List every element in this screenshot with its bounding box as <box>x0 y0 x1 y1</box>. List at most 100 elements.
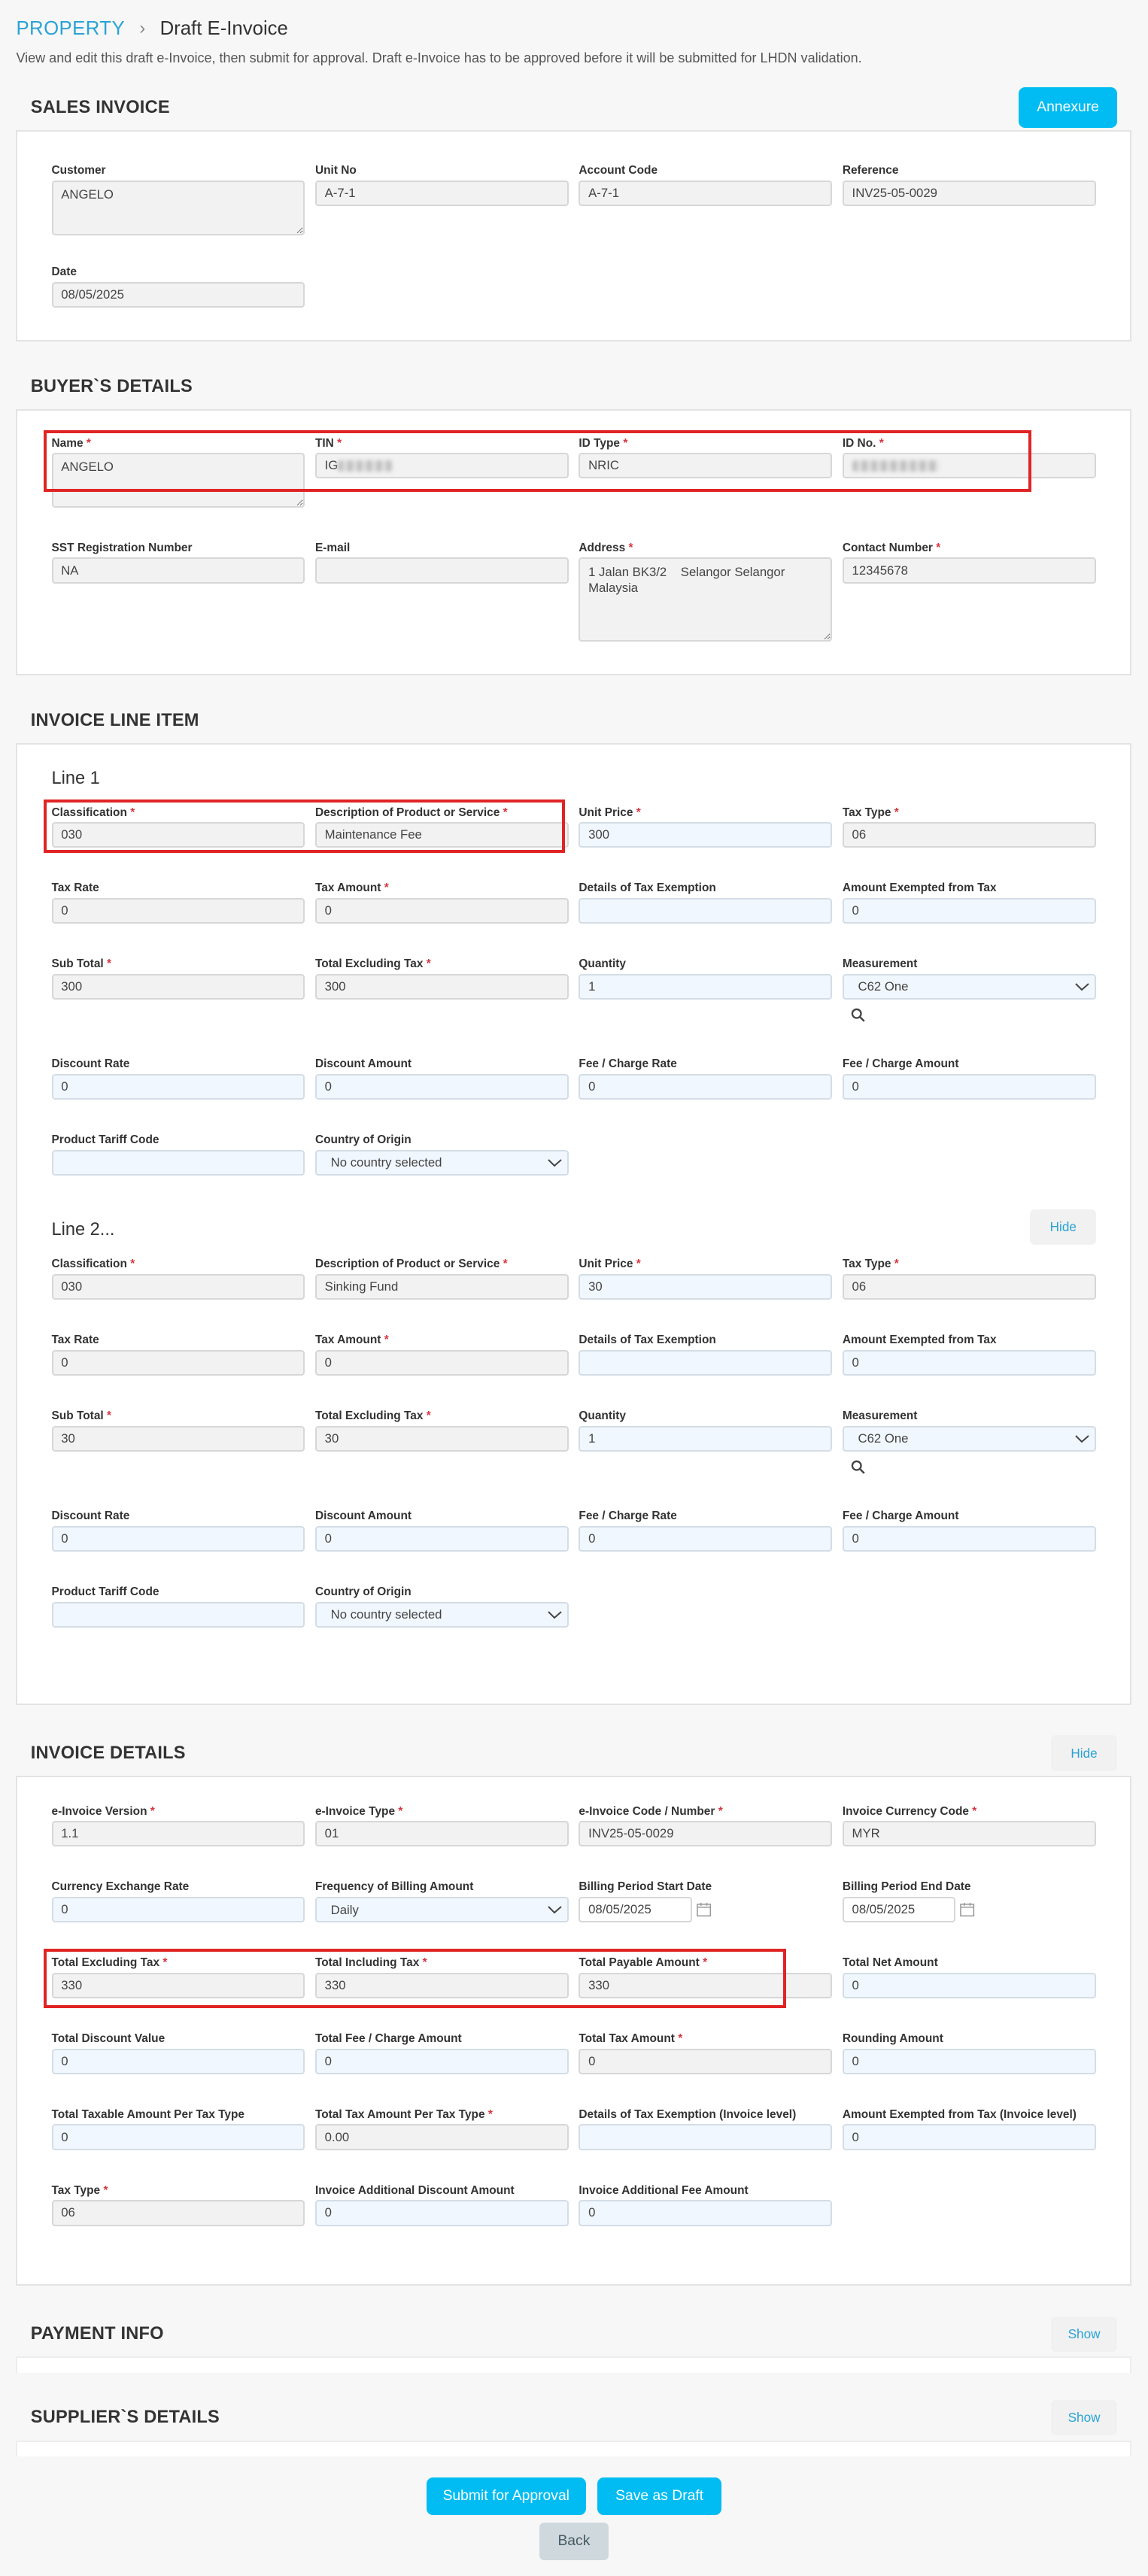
show-supplier-details-button[interactable]: Show <box>1051 2400 1118 2436</box>
fee-amount-field[interactable] <box>842 1073 1096 1100</box>
fee-amount-field[interactable] <box>842 1525 1096 1552</box>
tax-rate-field[interactable] <box>51 1349 305 1376</box>
einvoice-version-field[interactable] <box>51 1821 305 1847</box>
tin-value: IG <box>324 458 339 472</box>
total-payable-field[interactable] <box>579 1972 833 1999</box>
currency-code-field[interactable] <box>842 1821 1096 1847</box>
additional-discount-field[interactable] <box>314 2200 569 2226</box>
search-icon[interactable] <box>851 1460 865 1474</box>
required-asterisk: * <box>503 1258 508 1271</box>
billing-end-date-field[interactable] <box>842 1896 956 1923</box>
description-field[interactable] <box>314 1273 569 1300</box>
tax-rate-field[interactable] <box>51 897 305 924</box>
quantity-field[interactable] <box>579 1425 833 1452</box>
total-excl-tax-field[interactable] <box>51 1972 305 1999</box>
customer-field[interactable]: ANGELO <box>51 180 305 235</box>
buyer-name-field[interactable]: ANGELO <box>51 453 305 508</box>
amount-exempted-field[interactable] <box>842 1349 1096 1376</box>
additional-fee-field[interactable] <box>579 2200 833 2226</box>
invoice-exemption-field[interactable] <box>579 2124 833 2150</box>
billing-start-date-label: Billing Period Start Date <box>579 1880 712 1894</box>
id-no-field[interactable] <box>842 453 1096 479</box>
sst-field[interactable] <box>51 557 305 584</box>
total-fee-field[interactable] <box>314 2048 569 2074</box>
id-type-field[interactable] <box>579 453 833 479</box>
required-asterisk: * <box>103 2183 108 2197</box>
total-excl-tax-field[interactable] <box>314 973 569 1000</box>
unit-no-field[interactable] <box>314 180 569 207</box>
country-origin-select[interactable]: No country selected <box>314 1149 569 1176</box>
amount-exempted-field[interactable] <box>842 897 1096 924</box>
invoice-exempted-field[interactable] <box>842 2124 1096 2150</box>
tax-exemption-field[interactable] <box>579 1349 833 1376</box>
tax-amount-label: Tax Amount <box>314 881 381 895</box>
total-discount-label: Total Discount Value <box>51 2032 166 2046</box>
show-payment-info-button[interactable]: Show <box>1051 2316 1118 2352</box>
back-button[interactable]: Back <box>539 2523 609 2560</box>
unit-price-field[interactable] <box>579 822 833 848</box>
contact-label: Contact Number <box>842 542 933 555</box>
exchange-rate-field[interactable] <box>51 1896 305 1923</box>
annexure-button[interactable]: Annexure <box>1019 87 1118 129</box>
account-code-field[interactable] <box>579 180 833 207</box>
tariff-code-field[interactable] <box>51 1601 305 1628</box>
breadcrumb-root[interactable]: PROPERTY <box>16 18 125 40</box>
fee-rate-field[interactable] <box>579 1073 833 1100</box>
address-field[interactable]: 1 Jalan BK3/2 Selangor Selangor Malaysia <box>579 557 833 642</box>
invoice-details-grid: e-Invoice Version *e-Invoice Type *e-Inv… <box>51 1804 1097 2260</box>
measurement-select[interactable]: C62 One <box>842 1425 1096 1452</box>
total-discount-field[interactable] <box>51 2048 305 2074</box>
section-title: BUYER`S DETAILS <box>30 376 193 396</box>
tin-field[interactable]: IG <box>314 453 569 479</box>
fee-rate-field[interactable] <box>579 1525 833 1552</box>
total-net-field[interactable] <box>842 1972 1096 1999</box>
tax-per-type-field[interactable] <box>314 2124 569 2150</box>
contact-field[interactable] <box>842 557 1096 584</box>
currency-code-label: Invoice Currency Code <box>842 1804 969 1818</box>
unit-price-field[interactable] <box>579 1273 833 1300</box>
einvoice-code-field[interactable] <box>579 1821 833 1847</box>
country-origin-select[interactable]: No country selected <box>314 1601 569 1628</box>
classification-field[interactable] <box>51 822 305 848</box>
taxable-amount-field[interactable] <box>51 2124 305 2150</box>
total-excl-tax-label: Total Excluding Tax <box>314 1409 424 1423</box>
hide-line-button[interactable]: Hide <box>1030 1209 1097 1246</box>
total-incl-tax-field[interactable] <box>314 1972 569 1999</box>
discount-rate-field[interactable] <box>51 1525 305 1552</box>
classification-field[interactable] <box>51 1273 305 1300</box>
measurement-select[interactable]: C62 One <box>842 973 1096 1000</box>
measurement-label: Measurement <box>842 1409 918 1423</box>
tariff-code-field[interactable] <box>51 1149 305 1176</box>
discount-amount-field[interactable] <box>314 1525 569 1552</box>
total-excl-tax-field[interactable] <box>314 1425 569 1452</box>
hide-invoice-details-button[interactable]: Hide <box>1051 1735 1118 1771</box>
submit-for-approval-button[interactable]: Submit for Approval <box>426 2477 586 2515</box>
discount-amount-field[interactable] <box>314 1073 569 1100</box>
tax-amount-field[interactable] <box>314 1349 569 1376</box>
tax-exemption-field[interactable] <box>579 897 833 924</box>
einvoice-type-field[interactable] <box>314 1821 569 1847</box>
search-icon[interactable] <box>851 1008 865 1022</box>
calendar-icon[interactable] <box>960 1902 975 1917</box>
save-as-draft-button[interactable]: Save as Draft <box>597 2477 722 2515</box>
tax-type-field[interactable] <box>842 1273 1096 1300</box>
sub-total-field[interactable] <box>51 1425 305 1452</box>
billing-start-date-field[interactable] <box>579 1896 692 1923</box>
rounding-field[interactable] <box>842 2048 1096 2074</box>
invoice-tax-type-field[interactable] <box>51 2200 305 2226</box>
discount-rate-field[interactable] <box>51 1073 305 1100</box>
billing-frequency-select[interactable]: Daily <box>314 1896 569 1923</box>
quantity-field[interactable] <box>579 973 833 1000</box>
email-field[interactable] <box>314 557 569 584</box>
date-field[interactable] <box>51 281 305 308</box>
tax-type-field[interactable] <box>842 822 1096 848</box>
total-tax-field[interactable] <box>579 2048 833 2074</box>
tax-amount-field[interactable] <box>314 897 569 924</box>
description-field[interactable] <box>314 822 569 848</box>
required-asterisk: * <box>398 1804 403 1818</box>
line-item-header: INVOICE LINE ITEM <box>16 698 1131 743</box>
discount-amount-label: Discount Amount <box>314 1057 412 1071</box>
calendar-icon[interactable] <box>697 1902 712 1917</box>
reference-field[interactable] <box>842 180 1096 207</box>
sub-total-field[interactable] <box>51 973 305 1000</box>
